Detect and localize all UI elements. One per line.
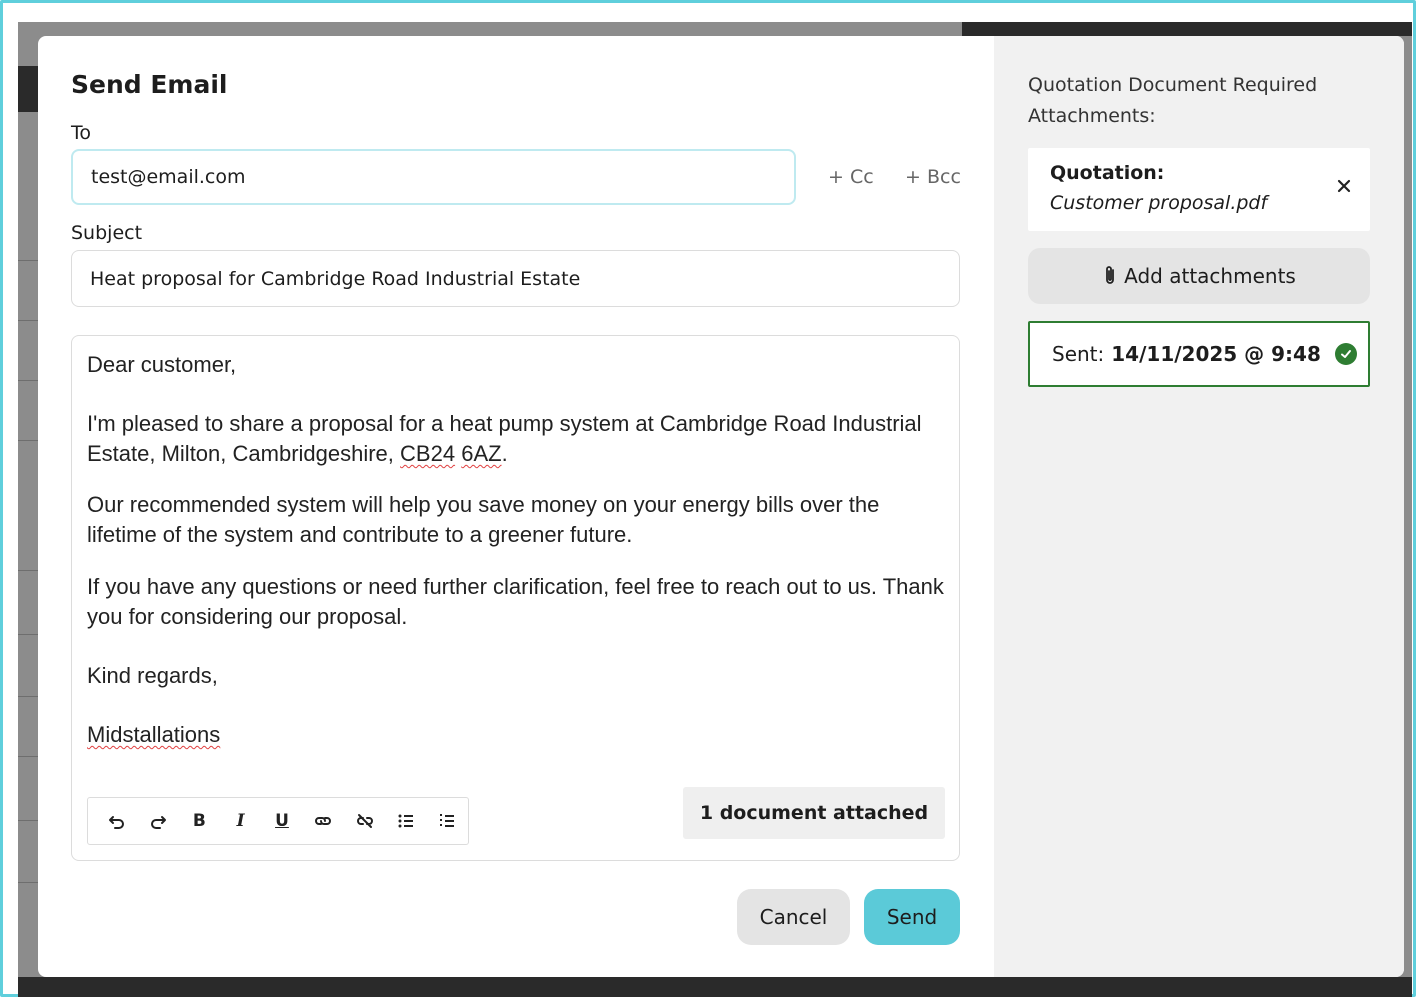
unlink-icon: [356, 814, 373, 828]
add-cc-button[interactable]: + Cc: [828, 166, 874, 188]
body-spacer: [87, 632, 947, 661]
add-attachments-label: Add attachments: [1124, 264, 1296, 288]
check-circle-icon: [1334, 343, 1357, 365]
add-attachments-button[interactable]: Add attachments: [1028, 248, 1370, 304]
spellcheck-word: Midstallations: [87, 722, 221, 747]
unlink-button[interactable]: [344, 801, 385, 841]
attached-count-badge: 1 document attached: [683, 787, 945, 839]
body-signature: Midstallations: [87, 720, 947, 750]
subject-field-value: Heat proposal for Cambridge Road Industr…: [90, 267, 581, 290]
to-field-value: test@email.com: [91, 166, 246, 188]
body-spacer: [87, 550, 947, 572]
subject-label: Subject: [71, 222, 143, 244]
body-greeting: Dear customer,: [87, 352, 237, 377]
body-signoff: Kind regards,: [87, 663, 218, 688]
email-body-text[interactable]: Dear customer, I'm pleased to share a pr…: [87, 350, 947, 750]
email-compose-panel: Send Email To test@email.com + Cc + Bcc …: [38, 36, 994, 977]
send-email-dialog: Send Email To test@email.com + Cc + Bcc …: [38, 36, 1404, 977]
backdrop-header-fragment-right: [962, 22, 1412, 36]
italic-button[interactable]: I: [220, 801, 261, 841]
cancel-button[interactable]: Cancel: [737, 889, 850, 945]
bullet-list-button[interactable]: [385, 801, 426, 841]
underline-button[interactable]: U: [261, 801, 302, 841]
attachment-filename: Customer proposal.pdf: [1050, 192, 1268, 214]
formatting-toolbar: B I U: [87, 797, 469, 845]
dialog-title: Send Email: [71, 70, 228, 99]
redo-icon: [151, 816, 166, 829]
redo-button[interactable]: [137, 801, 178, 841]
add-bcc-button[interactable]: + Bcc: [905, 166, 961, 188]
body-spacer: [87, 469, 947, 490]
sent-label: Sent:: [1052, 342, 1105, 366]
link-icon: [315, 817, 332, 825]
bold-button[interactable]: B: [179, 801, 220, 841]
to-label: To: [71, 122, 92, 144]
backdrop-footer-fragment: [18, 977, 1412, 997]
body-paragraph-text: .: [501, 441, 508, 466]
sent-status: Sent: 14/11/2025 @ 9:48: [1028, 321, 1370, 387]
spellcheck-word: CB24: [400, 441, 456, 466]
send-button[interactable]: Send: [864, 889, 960, 945]
attachments-panel: Quotation Document Required Attachments:…: [994, 36, 1404, 977]
body-paragraph: I'm pleased to share a proposal for a he…: [87, 409, 947, 469]
numbered-list-button[interactable]: [427, 801, 468, 841]
spellcheck-word: 6AZ: [461, 441, 502, 466]
attachment-card: Quotation: Customer proposal.pdf: [1028, 148, 1370, 231]
body-paragraph: Our recommended system will help you sav…: [87, 492, 880, 547]
body-spacer: [87, 380, 947, 409]
remove-attachment-button[interactable]: [1332, 174, 1356, 198]
body-spacer: [87, 691, 947, 720]
undo-icon: [108, 816, 124, 829]
subject-field[interactable]: Heat proposal for Cambridge Road Industr…: [71, 250, 960, 307]
bullet-list-icon: [398, 814, 413, 828]
undo-button[interactable]: [96, 801, 137, 841]
body-paragraph: If you have any questions or need furthe…: [87, 574, 944, 629]
sent-timestamp: 14/11/2025 @ 9:48: [1111, 342, 1321, 366]
close-icon: [1337, 179, 1351, 193]
link-button[interactable]: [303, 801, 344, 841]
attachment-label: Quotation:: [1050, 162, 1165, 184]
paperclip-icon: [1106, 266, 1115, 284]
email-body-editor[interactable]: Dear customer, I'm pleased to share a pr…: [71, 335, 960, 861]
numbered-list-icon: [440, 814, 455, 827]
required-attachments-heading: Quotation Document Required Attachments:: [1028, 74, 1318, 127]
to-field[interactable]: test@email.com: [71, 149, 796, 205]
